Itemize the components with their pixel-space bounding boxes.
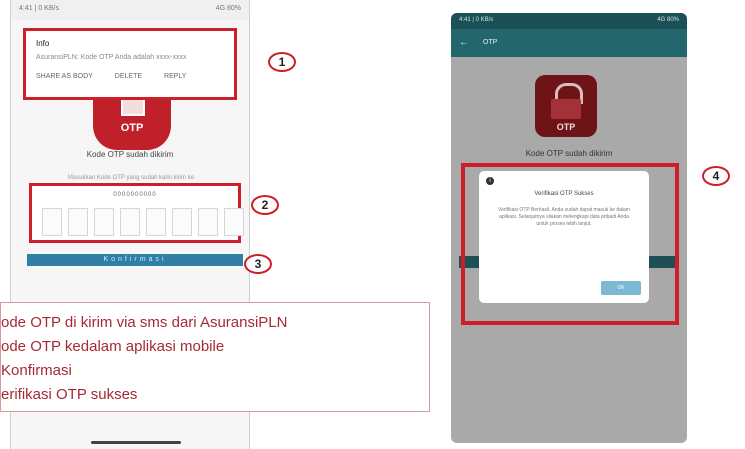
otp-input-cells — [42, 208, 244, 236]
otp-digit-input[interactable] — [94, 208, 114, 236]
screen-title: Kode OTP sudah dikirim — [86, 150, 174, 159]
notification-message: AsuransiPLN: Kode OTP Anda adalah xxxx-x… — [36, 54, 187, 61]
app-bar: ← OTP — [451, 29, 687, 57]
sms-notification[interactable]: Info AsuransiPLN: Kode OTP Anda adalah x… — [23, 28, 237, 100]
notification-sender: Info — [36, 39, 50, 48]
steps-caption-box: ode OTP di kirim via sms dari AsuransiPL… — [0, 302, 430, 412]
otp-instruction: Masukkan Kode OTP yang sudah kami kirim … — [67, 175, 195, 181]
confirm-button[interactable]: Konfirmasi — [27, 254, 243, 266]
otp-entry-area: 0000000000 — [29, 183, 244, 243]
back-arrow-icon[interactable]: ← — [459, 37, 469, 48]
status-bar: 4:41 | 0 KB/s 4G 80% — [11, 0, 249, 20]
home-indicator[interactable] — [91, 441, 181, 444]
step-4-text: erifikasi OTP sukses — [1, 386, 138, 403]
share-action[interactable]: SHARE AS BODY — [36, 73, 93, 80]
status-indicators: 4G 80% — [215, 5, 241, 12]
info-icon: i — [486, 177, 494, 185]
lock-icon — [121, 100, 145, 116]
app-bar-title: OTP — [483, 39, 498, 46]
otp-digit-input[interactable] — [146, 208, 166, 236]
notification-actions: SHARE AS BODY DELETE REPLY — [36, 73, 224, 80]
lock-icon — [551, 99, 581, 119]
step-1-text: ode OTP di kirim via sms dari AsuransiPL… — [1, 314, 288, 331]
step-marker-1: 1 — [268, 52, 296, 72]
otp-lock-logo: OTP — [93, 100, 171, 150]
ok-button[interactable]: OK — [601, 281, 641, 295]
otp-lock-logo: OTP — [535, 75, 597, 137]
otp-success-dialog: i Verifikasi OTP Sukses Verifikasi OTP B… — [479, 171, 649, 303]
delete-action[interactable]: DELETE — [115, 73, 142, 80]
otp-logo-text: OTP — [556, 122, 576, 132]
step-marker-3: 3 — [244, 254, 272, 274]
otp-logo-text: OTP — [120, 122, 144, 134]
otp-digit-input[interactable] — [224, 208, 244, 236]
step-2-text: ode OTP kedalam aplikasi mobile — [1, 338, 225, 355]
screen-title: Kode OTP sudah dikirim — [525, 149, 613, 158]
right-phone-screen: 4:41 | 0 KB/s 4G 80% ← OTP OTP Kode OTP … — [451, 13, 687, 443]
step-marker-4: 4 — [702, 166, 730, 186]
otp-digit-input[interactable] — [42, 208, 62, 236]
status-indicators: 4G 80% — [657, 17, 679, 23]
dialog-message: Verifikasi OTP Berhasil. Anda sudah dapa… — [498, 207, 630, 227]
otp-digit-input[interactable] — [68, 208, 88, 236]
dialog-title: Verifikasi OTP Sukses — [534, 191, 594, 197]
status-time: 4:41 | 0 KB/s — [19, 5, 59, 12]
status-bar: 4:41 | 0 KB/s 4G 80% — [451, 13, 687, 29]
otp-digit-input[interactable] — [120, 208, 140, 236]
step-marker-2: 2 — [251, 195, 279, 215]
phone-number: 0000000000 — [113, 192, 157, 198]
otp-digit-input[interactable] — [172, 208, 192, 236]
otp-digit-input[interactable] — [198, 208, 218, 236]
step-3-text: Konfirmasi — [1, 362, 72, 379]
reply-action[interactable]: REPLY — [164, 73, 186, 80]
status-time: 4:41 | 0 KB/s — [459, 17, 494, 23]
